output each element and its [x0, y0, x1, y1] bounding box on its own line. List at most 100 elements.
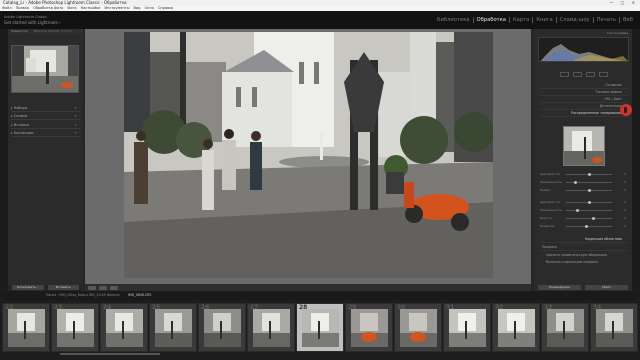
slider-value[interactable]: 0 — [624, 208, 626, 213]
section-preview-thumb — [563, 126, 605, 166]
filmstrip-cell[interactable]: 26 — [198, 303, 246, 352]
snapshots-section[interactable]: Снимки — [11, 112, 81, 120]
module-develop[interactable]: Обработка — [474, 17, 510, 23]
filmstrip-thumbnail[interactable] — [547, 309, 584, 347]
module-book[interactable]: Книга — [533, 17, 557, 23]
navigator-header[interactable]: Навигатор Вписать Заполн. 1:1 3:1 — [8, 29, 83, 34]
module-print[interactable]: Печать — [594, 17, 621, 23]
filmstrip-cell[interactable]: 33 — [541, 303, 589, 352]
slider-track[interactable] — [566, 226, 612, 227]
get-started-link[interactable]: Get started with Lightroom › — [4, 20, 61, 25]
slider-value[interactable]: 0 — [624, 216, 626, 221]
loupe-view-button[interactable] — [88, 285, 96, 290]
slider-knob[interactable] — [592, 217, 596, 220]
panel-hsl[interactable]: HSL / Цвет — [540, 96, 628, 103]
profile-correction-checkbox[interactable]: Включить коррекцию профиля — [540, 259, 628, 266]
filmstrip-cell[interactable]: 27 — [247, 303, 295, 352]
filmstrip-thumbnail[interactable] — [204, 309, 241, 347]
filmstrip-cell[interactable]: 32 — [492, 303, 540, 352]
module-web[interactable]: Веб — [620, 17, 636, 23]
left-panel-buttons: Копировать... Вставить — [8, 284, 83, 291]
slider-label: Размытие — [540, 224, 555, 228]
slider-row[interactable]: Цветовой тон 0 — [540, 200, 626, 205]
slider-knob[interactable] — [585, 225, 589, 228]
right-panel-buttons: Предыдущие Сброс — [534, 284, 632, 291]
slider-row[interactable]: Размытие 0 — [540, 224, 626, 229]
slider-label: Цветовой тон — [540, 200, 561, 204]
filmstrip-cell[interactable]: 22 — [2, 303, 50, 352]
copy-button[interactable]: Копировать... — [12, 285, 44, 290]
filmstrip-thumbnail[interactable] — [57, 309, 94, 347]
filmstrip-cell[interactable]: 28 — [296, 303, 344, 352]
filmstrip-cell[interactable]: 30 — [394, 303, 442, 352]
filmstrip-thumbnail[interactable] — [498, 309, 535, 347]
presets-section[interactable]: Наборы — [11, 104, 81, 112]
slider-knob[interactable] — [573, 181, 577, 184]
filmstrip-cell[interactable]: 34 — [590, 303, 638, 352]
filmstrip-thumbnail[interactable] — [8, 309, 45, 347]
reset-button[interactable]: Сброс — [585, 285, 628, 290]
slider-knob[interactable] — [587, 189, 591, 192]
slider-value[interactable]: 0 — [624, 180, 626, 185]
compare-button[interactable] — [110, 285, 118, 290]
slider-row[interactable]: Цветовой тон 0 — [540, 172, 626, 177]
slider-row[interactable]: Баланс 0 — [540, 188, 626, 193]
slider-track[interactable] — [566, 218, 612, 219]
preview-thumb-image — [564, 127, 604, 165]
panel-lens-correction[interactable]: Коррекция объектива — [540, 236, 628, 243]
navigator-preview[interactable] — [11, 45, 79, 93]
histogram[interactable] — [538, 37, 629, 62]
slider-track[interactable] — [566, 210, 612, 211]
panel-split-toning[interactable]: Распределенное тонирование — [540, 110, 628, 117]
module-map[interactable]: Карта — [510, 17, 534, 23]
before-after-button[interactable] — [99, 285, 107, 290]
collections-section[interactable]: Коллекции — [11, 129, 81, 137]
slider-knob[interactable] — [576, 209, 579, 212]
filmstrip-thumbnail[interactable] — [302, 309, 339, 347]
right-panel-edge[interactable] — [632, 29, 640, 291]
left-panel-edge[interactable] — [0, 29, 8, 291]
view-toolbar — [85, 284, 531, 291]
module-library[interactable]: Библиотека — [434, 17, 474, 23]
slider-knob[interactable] — [587, 173, 591, 176]
slider-value[interactable]: 0 — [624, 200, 626, 205]
filmstrip-cell[interactable]: 31 — [443, 303, 491, 352]
filmstrip-source[interactable]: Папка : IMG_Ulitsa_Koloru IMG_20-29 Филь… — [46, 291, 121, 300]
slider-row[interactable]: Насыщенность 0 — [540, 208, 626, 213]
filmstrip-thumbnail[interactable] — [351, 309, 388, 347]
crop-tool-icon[interactable] — [559, 72, 569, 77]
filmstrip-cell[interactable]: 23 — [51, 303, 99, 352]
remove-ca-checkbox[interactable]: Удалить хроматическую аберрацию — [540, 252, 628, 259]
history-section[interactable]: История — [11, 121, 81, 129]
navigator-zoom-modes[interactable]: Вписать Заполн. 1:1 3:1 — [34, 29, 72, 34]
slider-row[interactable]: Насыщенность 0 — [540, 180, 626, 185]
panel-detail[interactable]: Детализация — [540, 103, 628, 110]
previous-button[interactable]: Предыдущие — [538, 285, 581, 290]
module-slideshow[interactable]: Слайд-шоу — [557, 17, 594, 23]
main-photo[interactable] — [124, 32, 493, 278]
filmstrip-cell[interactable]: 29 — [345, 303, 393, 352]
slider-row[interactable]: Яркость 0 — [540, 216, 626, 221]
filmstrip-cell[interactable]: 24 — [100, 303, 148, 352]
filmstrip-thumbnail[interactable] — [449, 309, 486, 347]
filmstrip-thumbnail[interactable] — [106, 309, 143, 347]
panel-tone-curve[interactable]: Тоновая кривая — [540, 89, 628, 96]
filmstrip-thumbnail[interactable] — [596, 309, 633, 347]
filmstrip-thumbnail[interactable] — [400, 309, 437, 347]
filmstrip-thumbnail[interactable] — [253, 309, 290, 347]
lens-profile-tab[interactable]: Профиль — [540, 244, 628, 251]
panel-basic[interactable]: Основные — [540, 82, 628, 89]
spot-removal-icon[interactable] — [572, 72, 582, 77]
slider-knob[interactable] — [587, 201, 591, 204]
filmstrip-thumbnail[interactable] — [155, 309, 192, 347]
paste-button[interactable]: Вставить — [47, 285, 79, 290]
slider-track[interactable] — [566, 182, 612, 183]
slider-value[interactable]: 0 — [624, 172, 626, 177]
mask-tool-icon[interactable] — [598, 72, 608, 77]
module-picker: Библиотека Обработка Карта Книга Слайд-ш… — [434, 17, 636, 23]
slider-value[interactable]: 0 — [624, 188, 626, 193]
filmstrip-scrollbar[interactable] — [60, 353, 160, 355]
filmstrip-cell[interactable]: 25 — [149, 303, 197, 352]
red-eye-icon[interactable] — [585, 72, 595, 77]
slider-value[interactable]: 0 — [624, 224, 626, 229]
